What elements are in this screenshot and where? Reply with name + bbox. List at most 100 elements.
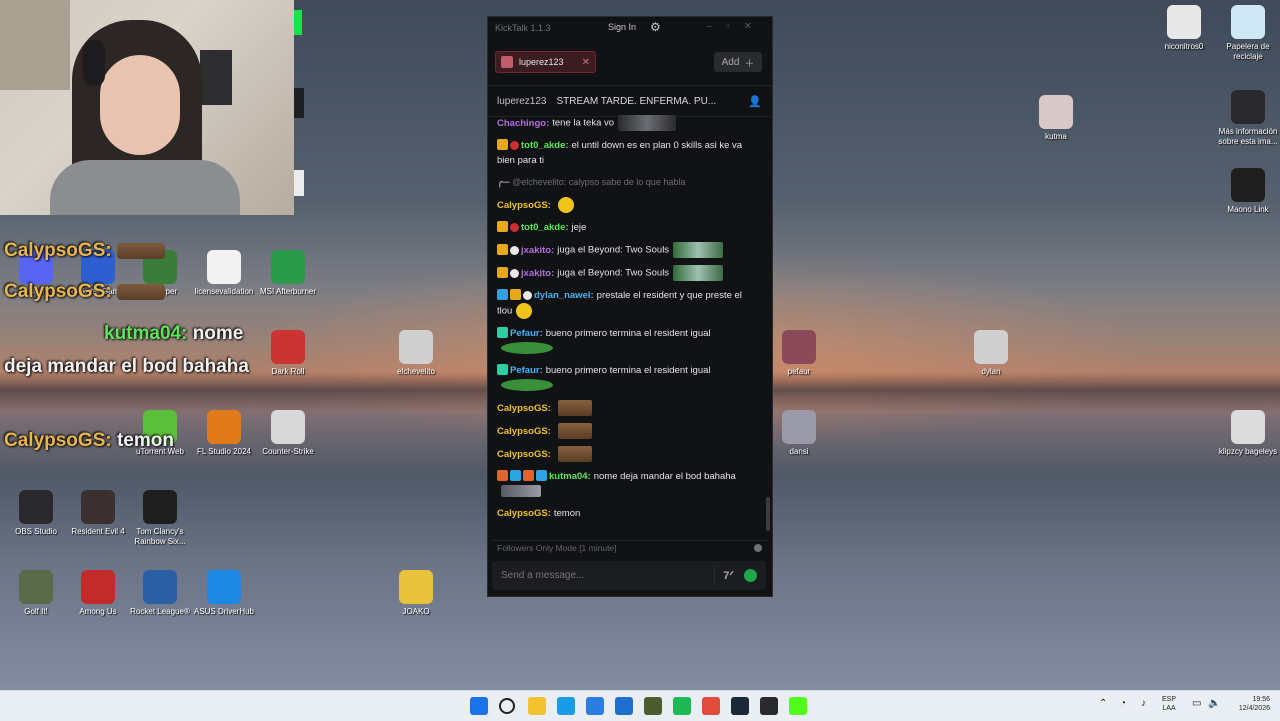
kicktalk-icon[interactable] xyxy=(789,697,807,715)
rocketleague-icon xyxy=(143,570,177,604)
message-input[interactable] xyxy=(492,569,715,582)
clock[interactable]: 19:56 12/4/2026 xyxy=(1226,695,1270,713)
desktop-icon[interactable]: MSI Afterburner xyxy=(252,250,324,297)
chat-username[interactable]: tot0_akde: xyxy=(521,140,569,151)
green-overlay-strip xyxy=(294,10,302,35)
chat-username[interactable]: Chachingo: xyxy=(497,118,549,129)
chat-messages[interactable]: Chachingo: tene la teka vo tot0_akde: el un… xyxy=(488,115,766,535)
overlay-chat-line: kutma04: nome xyxy=(104,323,243,345)
desktop-icon[interactable]: ASUS DriverHub xyxy=(188,570,260,617)
close-icon[interactable]: ✕ xyxy=(744,21,766,32)
mic-icon[interactable]: ♪ xyxy=(1141,699,1146,709)
chat-text: bueno primero termina el resident igual xyxy=(545,365,711,376)
chat-scrollbar[interactable] xyxy=(766,497,770,531)
chat-username[interactable]: CalypsoGS: xyxy=(497,200,551,211)
outlook-icon[interactable] xyxy=(615,697,633,715)
chat-username[interactable]: kutma04: xyxy=(549,471,591,482)
chat-username[interactable]: jxakito: xyxy=(521,268,554,279)
chat-username[interactable]: dylan_nawel: xyxy=(534,290,594,301)
followers-mode-text: Followers Only Mode [1 minute] xyxy=(497,543,617,553)
emote-smile xyxy=(516,303,533,319)
desktop-icon[interactable]: Counter-Strike xyxy=(252,410,324,457)
file-explorer-icon[interactable] xyxy=(528,697,546,715)
desktop-icon[interactable]: FL Studio 2024 xyxy=(188,410,260,457)
desktop-icon[interactable]: licensevalidation xyxy=(188,250,260,297)
gear-icon[interactable]: ⚙ xyxy=(650,20,661,34)
close-tab-icon[interactable]: ✕ xyxy=(582,57,590,68)
desktop-icon-label: JOAKO xyxy=(402,607,430,616)
desktop-icon[interactable]: dylan xyxy=(955,330,1027,377)
display-icon[interactable]: ▭ xyxy=(1192,699,1201,709)
desktop-icon-label: pefaur xyxy=(787,367,811,376)
orange-badge-icon xyxy=(497,470,508,481)
desktop-icon[interactable]: Tom Clancy's Rainbow Six... xyxy=(124,490,196,547)
maximize-icon[interactable]: ▫ xyxy=(726,21,744,32)
tab-luperez123[interactable]: luperez123 ✕ xyxy=(495,51,596,73)
emote-smile xyxy=(557,197,574,213)
chat-username[interactable]: CalypsoGS: xyxy=(497,508,551,519)
emote-cat xyxy=(501,485,541,498)
chat-message: CalypsoGS: xyxy=(497,197,757,213)
desktop-icon[interactable]: Papelera de reciclaje xyxy=(1212,5,1280,62)
reply-text: @elchevelito: calypso sabe de lo que hab… xyxy=(512,177,686,187)
file-icon xyxy=(207,250,241,284)
crown-badge-icon xyxy=(497,139,508,150)
desktop-icon[interactable]: elchevelito xyxy=(380,330,452,377)
desktop-icon[interactable]: Rocket League® xyxy=(124,570,196,617)
network-icon[interactable]: ◔ xyxy=(1120,699,1126,709)
chat-username[interactable]: CalypsoGS: xyxy=(497,403,551,414)
search-icon[interactable] xyxy=(499,698,515,714)
info-icon[interactable] xyxy=(754,544,762,552)
elchevelito-icon xyxy=(399,330,433,364)
crown-badge-icon xyxy=(497,221,508,232)
sign-in-button[interactable]: Sign In xyxy=(608,22,636,32)
chat-username[interactable]: CalypsoGS: xyxy=(497,449,551,460)
chat-username[interactable]: tot0_akde: xyxy=(521,222,569,233)
desktop-icon[interactable]: kutma xyxy=(1020,95,1092,142)
start-icon[interactable] xyxy=(470,697,488,715)
obs-icon[interactable] xyxy=(760,697,778,715)
language-indicator[interactable]: ESP LAA xyxy=(1162,695,1176,713)
emote-pic xyxy=(618,115,677,131)
desktop-icon[interactable]: klipzcy bageleys xyxy=(1212,410,1280,457)
desktop-icon[interactable]: Más información sobre esta ima... xyxy=(1212,90,1280,147)
white-badge-icon xyxy=(523,291,532,300)
chat-header: luperez123 STREAM TARDE. ENFERMA. PU... … xyxy=(488,86,772,117)
game-icon[interactable] xyxy=(644,697,662,715)
desktop-icon[interactable]: dansi xyxy=(763,410,835,457)
chat-username[interactable]: CalypsoGS: xyxy=(497,426,551,437)
desktop-icon-label: Más información sobre esta ima... xyxy=(1218,127,1278,146)
divider xyxy=(714,565,716,586)
edge-icon[interactable] xyxy=(557,697,575,715)
cs-icon xyxy=(271,410,305,444)
chat-message: CalypsoGS: temon xyxy=(497,506,757,521)
chat-username[interactable]: Pefaur: xyxy=(510,365,543,376)
desktop-icon[interactable]: Dark Roll xyxy=(252,330,324,377)
steam-icon[interactable] xyxy=(731,697,749,715)
store-icon[interactable] xyxy=(586,697,604,715)
dark-panel xyxy=(200,50,232,105)
volume-icon[interactable]: 🔈 xyxy=(1208,699,1220,709)
desktop-icon[interactable]: JOAKO xyxy=(380,570,452,617)
chrome-icon[interactable] xyxy=(702,697,720,715)
channel-tabs: luperez123 ✕ Add ＋ xyxy=(488,39,772,86)
desktop-icon[interactable]: niconitros0 xyxy=(1148,5,1220,52)
chat-username[interactable]: Pefaur: xyxy=(510,328,543,339)
desktop-icon-label: Maono Link xyxy=(1227,205,1269,214)
desktop-icon[interactable]: Maono Link xyxy=(1212,168,1280,215)
desktop-icon-label: klipzcy bageleys xyxy=(1218,447,1278,456)
spotify-icon[interactable] xyxy=(673,697,691,715)
chevron-up-icon[interactable]: ⌃ xyxy=(1099,699,1107,709)
user-icon[interactable]: 👤 xyxy=(748,95,762,108)
add-channel-button[interactable]: Add ＋ xyxy=(714,52,762,72)
desktop-icon-label: kutma xyxy=(1045,132,1067,141)
desktop-icon[interactable]: pefaur xyxy=(763,330,835,377)
desktop-icon-label: FL Studio 2024 xyxy=(197,447,251,456)
kick-emote-icon[interactable]: 7ᐟ xyxy=(723,569,734,582)
chat-message: CalypsoGS: xyxy=(497,423,757,439)
taskbar: ⌃ ◔ ♪ ESP LAA ▭ 🔈 19:56 12/4/2026 xyxy=(0,690,1280,721)
emote-picker-icon[interactable] xyxy=(744,569,757,582)
minimize-icon[interactable]: – xyxy=(707,21,727,32)
chat-username[interactable]: jxakito: xyxy=(521,245,554,256)
title-bar: KickTalk 1.1.3 Sign In ⚙ –▫✕ xyxy=(488,17,772,39)
